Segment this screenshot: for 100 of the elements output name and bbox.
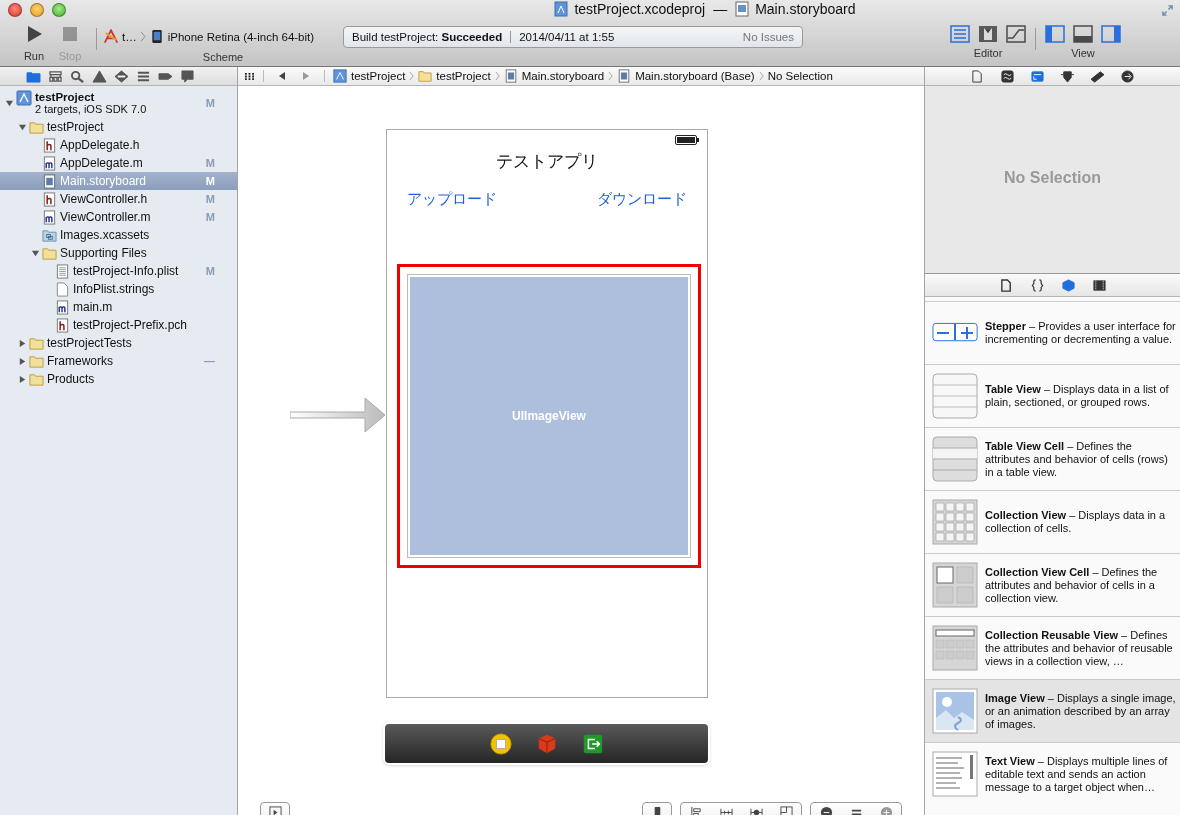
attributes-inspector-tab[interactable] — [1030, 69, 1045, 83]
object-description: Collection View Cell – Defines the attributes and behavior of cells in a collection view. — [985, 565, 1159, 605]
fullscreen-icon[interactable] — [1161, 3, 1174, 17]
warning-navigator-tab[interactable] — [92, 69, 107, 83]
file-tree-item[interactable]: Products — [0, 370, 237, 388]
project-file-icon — [554, 1, 569, 17]
hierarchy-navigator-tab[interactable] — [48, 69, 63, 83]
collapsed-triangle-icon[interactable] — [17, 338, 27, 348]
collapsed-triangle-icon[interactable] — [17, 356, 27, 366]
file-tree-item[interactable]: testProjectTests — [0, 334, 237, 352]
breakpoint-navigator-tab[interactable] — [114, 69, 129, 83]
assistant-editor-button[interactable] — [977, 24, 999, 44]
list-navigator-tab[interactable] — [136, 69, 151, 83]
file-name: Frameworks — [47, 354, 114, 368]
source-control-status: M — [205, 211, 215, 223]
file-tree-item[interactable]: testProject — [0, 118, 237, 136]
ruler-inspector-tab[interactable] — [1090, 69, 1105, 83]
scene-button[interactable]: アップロード — [407, 190, 497, 209]
text-object-icon — [932, 751, 978, 797]
version-editor-button[interactable] — [1005, 24, 1027, 44]
file-tree-item[interactable]: Frameworks — — [0, 352, 237, 370]
file-tree-item[interactable]: Supporting Files — [0, 244, 237, 262]
file-name: AppDelegate.m — [60, 156, 144, 170]
size-inspector-tab[interactable] — [1060, 69, 1075, 83]
exit-icon[interactable] — [581, 732, 604, 755]
file-name: testProject-Info.plist — [73, 264, 180, 278]
file-library-tab[interactable] — [998, 278, 1014, 292]
folder-file-icon — [29, 119, 44, 135]
chevron-icon — [409, 70, 415, 82]
battery-icon — [675, 135, 699, 145]
file-tree-item[interactable]: testProject 2 targets, iOS SDK 7.0 M — [0, 88, 237, 118]
breadcrumb-item[interactable]: No Selection — [767, 70, 833, 82]
file-tree-item[interactable]: ViewController.h M — [0, 190, 237, 208]
breadcrumb-item[interactable]: testProject — [436, 70, 491, 82]
object-description: Text View – Displays multiple lines of editable text and sends an action message to a target object when… — [985, 754, 1169, 794]
back-icon[interactable] — [277, 71, 287, 81]
resolve-icon — [749, 806, 763, 815]
h-file-icon — [55, 317, 70, 333]
file-inspector-tab[interactable] — [970, 69, 985, 83]
file-tree-item[interactable]: main.m — [0, 298, 237, 316]
connections-inspector-tab[interactable] — [1120, 69, 1135, 83]
storyboard-file-icon — [617, 69, 632, 83]
close-button[interactable] — [8, 3, 22, 17]
library-item[interactable]: Collection View – Displays data in a collection of cells. — [925, 490, 1180, 553]
bottom-panel-toggle[interactable] — [1072, 24, 1094, 44]
file-name: ViewController.h — [60, 192, 149, 206]
scheme-device[interactable]: iPhone Retina (4-inch 64-bit) — [167, 30, 315, 43]
file-tree-item[interactable]: testProject-Info.plist M — [0, 262, 237, 280]
expanded-triangle-icon[interactable] — [17, 122, 27, 132]
library-item[interactable]: Text View – Displays multiple lines of editable text and sends an action message to a target object when… — [925, 742, 1180, 805]
expanded-triangle-icon[interactable] — [4, 98, 14, 108]
scheme-target[interactable]: t… — [122, 30, 137, 43]
scene-title: テストアプリ — [495, 151, 599, 173]
run-button[interactable]: Run — [16, 24, 52, 62]
bubble-navigator-tab[interactable] — [180, 69, 195, 83]
breadcrumb-item[interactable]: testProject — [351, 70, 406, 82]
braces-library-tab[interactable] — [1029, 278, 1045, 292]
file-tree-item[interactable]: testProject-Prefix.pch — [0, 316, 237, 334]
file-tree-item[interactable]: AppDelegate.m M — [0, 154, 237, 172]
square-in-circle-icon[interactable] — [489, 732, 512, 755]
forward-icon[interactable] — [301, 71, 311, 81]
expanded-triangle-icon[interactable] — [30, 248, 40, 258]
h-file-icon — [42, 191, 57, 207]
help-inspector-tab[interactable] — [1000, 69, 1015, 83]
image-object-icon — [932, 688, 978, 734]
file-tree-item[interactable]: AppDelegate.h — [0, 136, 237, 154]
library-item[interactable]: Collection View Cell – Defines the attributes and behavior of cells in a collection view. — [925, 553, 1180, 616]
project-file-icon — [16, 90, 32, 106]
scene-button[interactable]: ダウンロード — [597, 190, 687, 209]
library-item[interactable]: Stepper – Provides a user interface for incrementing or decrementing a value. — [925, 301, 1180, 364]
breadcrumb-item[interactable]: Main.storyboard — [521, 70, 605, 82]
cube-library-tab[interactable] — [1060, 278, 1076, 292]
library-item[interactable]: Image View – Displays a single image, or an animation described by an array of images. — [925, 679, 1180, 742]
minimize-button[interactable] — [30, 3, 44, 17]
library-item[interactable]: Collection Reusable View – Defines the attributes and behavior of reusable views in a collection view, … — [925, 616, 1180, 679]
file-name: Main.storyboard — [60, 174, 148, 188]
related-items-button[interactable] — [244, 71, 255, 81]
file-tree-item[interactable]: Images.xcassets — [0, 226, 237, 244]
file-tree-item[interactable]: ViewController.m M — [0, 208, 237, 226]
film-library-tab[interactable] — [1091, 278, 1107, 292]
zoom-button[interactable] — [52, 3, 66, 17]
file-tree-item[interactable]: InfoPlist.strings — [0, 280, 237, 298]
file-name: ViewController.m — [60, 210, 152, 224]
scheme-label: Scheme — [202, 51, 244, 63]
library-item[interactable]: Table View Cell – Defines the attributes and behavior of cells (rows) in a table view. — [925, 427, 1180, 490]
search-navigator-tab[interactable] — [70, 69, 85, 83]
file-name: testProject — [47, 120, 105, 134]
left-panel-toggle[interactable] — [1044, 24, 1066, 44]
standard-editor-button[interactable] — [949, 24, 971, 44]
collection-object-icon — [932, 499, 978, 545]
library-item[interactable]: Table View – Displays data in a list of plain, sectioned, or grouped rows. — [925, 364, 1180, 427]
chevron-icon — [139, 31, 146, 42]
folder-navigator-tab[interactable] — [26, 69, 41, 83]
breadcrumb-item[interactable]: Main.storyboard (Base) — [635, 70, 755, 82]
file-name: main.m — [73, 300, 114, 314]
collapsed-triangle-icon[interactable] — [17, 374, 27, 384]
file-name: AppDelegate.h — [60, 138, 141, 152]
right-panel-toggle[interactable] — [1100, 24, 1122, 44]
plist-file-icon — [55, 263, 70, 279]
window-title: testProject.xcodeproj — [574, 1, 706, 17]
